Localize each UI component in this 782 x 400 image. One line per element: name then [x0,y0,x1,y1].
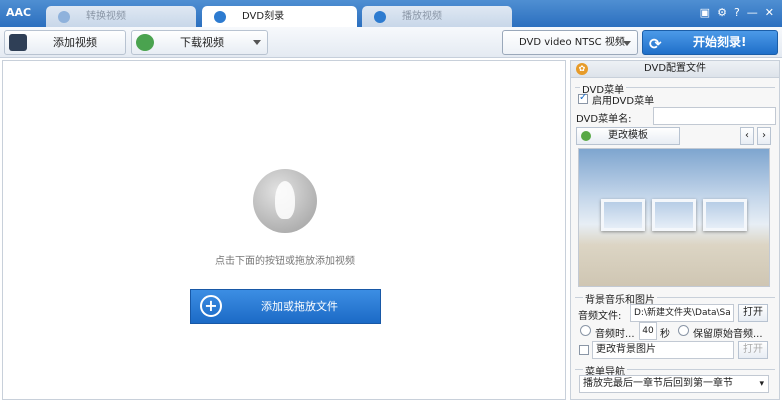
tab-label: 播放视频 [402,11,442,22]
help-icon[interactable]: ? [734,6,740,19]
add-video-button[interactable]: 添加视频 [4,30,126,55]
add-files-label: 添加或拖放文件 [261,300,338,313]
audio-file-label: 音频文件: [578,311,622,322]
change-template-label: 更改模板 [608,130,648,141]
enable-menu-checkbox[interactable] [578,92,588,104]
start-burn-label: 开始刻录! [693,35,747,49]
play-icon [374,11,386,23]
download-video-button[interactable]: 下载视频 [131,30,268,55]
start-burn-button[interactable]: ⟳ 开始刻录! [642,30,778,55]
add-files-button[interactable]: + 添加或拖放文件 [190,289,381,324]
audio-duration-radio[interactable] [580,325,591,336]
next-template-button[interactable]: › [757,127,771,145]
window-controls: ▣ ⚙ ? — ✕ [700,6,774,19]
add-video-label: 添加视频 [53,36,97,49]
menu-nav-select[interactable]: 播放完最后一章节后回到第一章节 ▾ [579,375,769,393]
film-add-icon [9,34,27,51]
tab-convert-video[interactable]: 转换视频 [46,6,196,27]
title-bar: AAC 转换视频 DVD刻录 播放视频 ▣ ⚙ ? — ✕ [0,0,782,27]
gear-icon[interactable]: ⚙ [717,6,727,19]
menu-name-input[interactable] [653,107,776,125]
audio-file-input[interactable]: D:\新建文件夹\Data\Sa [630,304,734,322]
keep-original-label: 保留原始音频... [693,329,763,340]
format-select[interactable]: DVD video NTSC 视频 [502,30,638,55]
chevron-down-icon [253,40,261,45]
config-icon: ✿ [576,63,588,75]
preview-frame [601,199,645,231]
menu-nav-value: 播放完最后一章节后回到第一章节 [583,378,733,389]
preview-frame [703,199,747,231]
panel-title: DVD配置文件 [643,63,707,74]
dvd-config-panel: ✿ DVD配置文件 DVD菜单 启用DVD菜单 DVD菜单名: 更改模板 ‹ ›… [570,60,780,400]
convert-icon [58,11,70,23]
minimize-icon[interactable]: — [747,6,758,19]
menu-name-label: DVD菜单名: [576,114,632,125]
chevron-down-icon: ▾ [759,379,764,389]
template-preview [578,148,770,287]
tab-play-video[interactable]: 播放视频 [362,6,512,27]
audio-duration-label: 音频时... [595,329,635,340]
app-logo: AAC [6,6,32,19]
change-bg-field: 更改背景图片 [592,341,734,359]
preview-frame [652,199,696,231]
tab-label: DVD刻录 [242,11,285,22]
tab-label: 转换视频 [86,11,126,22]
plus-icon: + [200,295,222,317]
format-value: DVD video NTSC 视频 [519,37,625,48]
open-bg-button[interactable]: 打开 [738,341,768,359]
enable-menu-label: 启用DVD菜单 [592,96,655,107]
audio-duration-input[interactable]: 40 [639,322,657,340]
globe-download-icon [136,34,154,51]
disc-icon [214,11,226,23]
change-bg-checkbox[interactable] [579,345,589,355]
panel-header: ✿ DVD配置文件 [571,61,779,78]
change-template-button[interactable]: 更改模板 [576,127,680,145]
download-video-label: 下载视频 [180,36,224,49]
layout-icon[interactable]: ▣ [700,6,710,19]
chevron-down-icon [623,41,631,46]
refresh-icon: ⟳ [649,35,662,53]
keep-original-radio[interactable] [678,325,689,336]
close-icon[interactable]: ✕ [765,6,774,19]
tab-dvd-burn[interactable]: DVD刻录 [202,6,357,27]
prev-template-button[interactable]: ‹ [740,127,754,145]
drop-hint: 点击下面的按钮或拖放添加视频 [215,256,355,267]
open-audio-button[interactable]: 打开 [738,304,768,322]
seconds-label: 秒 [660,329,670,340]
edit-icon [581,131,591,141]
app-watermark-icon [253,169,317,233]
video-drop-area[interactable]: 点击下面的按钮或拖放添加视频 + 添加或拖放文件 [2,60,566,400]
